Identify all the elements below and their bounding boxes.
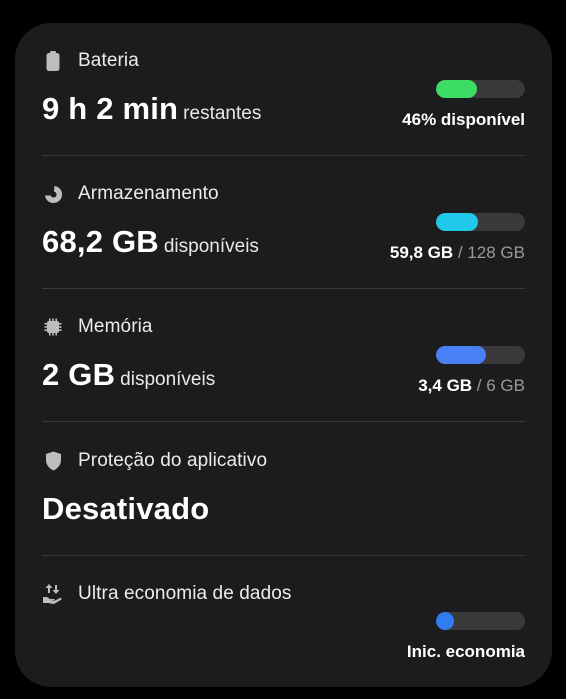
storage-usage-text: 59,8 GB / 128 GB (390, 243, 525, 263)
battery-header: Bateria (42, 49, 139, 73)
device-care-card: Bateria 9 h 2 min restantes 46% disponív… (15, 23, 552, 687)
battery-section[interactable]: Bateria 9 h 2 min restantes 46% disponív… (42, 49, 525, 157)
memory-header: Memória (42, 315, 153, 339)
memory-total-value: / 6 GB (472, 376, 525, 395)
memory-title: Memória (78, 316, 153, 337)
shield-icon (42, 450, 64, 472)
storage-total-value: / 128 GB (453, 243, 525, 262)
memory-used-value: 3,4 GB (418, 376, 473, 395)
divider (42, 155, 525, 156)
storage-usage-fill (436, 213, 478, 231)
data-saver-section[interactable]: Ultra economia de dados Inic. economia (42, 582, 525, 672)
storage-header: Armazenamento (42, 182, 219, 206)
divider (42, 421, 525, 422)
storage-available-value: 68,2 GB (42, 224, 159, 259)
storage-value-line: 68,2 GB disponíveis (42, 224, 259, 260)
storage-pie-icon (42, 183, 64, 205)
storage-used-value: 59,8 GB (389, 243, 454, 262)
memory-section[interactable]: Memória 2 GB disponíveis 3,4 GB / 6 GB (42, 315, 525, 423)
memory-usage-bar (436, 346, 525, 364)
battery-level-bar (436, 80, 525, 98)
app-protection-section[interactable]: Proteção do aplicativo Desativado (42, 449, 525, 557)
data-saver-level-fill (436, 612, 454, 630)
storage-available-suffix: disponíveis (163, 236, 259, 257)
data-saver-icon (42, 583, 64, 605)
data-saver-header: Ultra economia de dados (42, 582, 292, 606)
app-protection-title: Proteção do aplicativo (78, 450, 268, 471)
memory-available-suffix: disponíveis (120, 369, 216, 390)
data-saver-toggle-bar[interactable] (436, 612, 525, 630)
battery-remaining-value: 9 h 2 min (42, 91, 179, 126)
memory-value-line: 2 GB disponíveis (42, 357, 215, 393)
memory-usage-text: 3,4 GB / 6 GB (418, 376, 525, 396)
storage-title: Armazenamento (78, 183, 219, 204)
data-saver-title: Ultra economia de dados (78, 583, 292, 604)
battery-status-text: 46% disponível (402, 110, 525, 129)
divider (42, 288, 525, 289)
storage-usage-bar (436, 213, 525, 231)
memory-chip-icon (42, 316, 64, 338)
app-protection-status: Desativado (42, 491, 210, 526)
app-protection-value-line: Desativado (42, 491, 209, 527)
battery-level-fill (436, 80, 477, 98)
divider (42, 555, 525, 556)
app-protection-header: Proteção do aplicativo (42, 449, 267, 473)
battery-title: Bateria (78, 50, 139, 71)
battery-remaining-suffix: restantes (183, 103, 262, 124)
data-saver-action-text[interactable]: Inic. economia (407, 642, 525, 662)
battery-icon (42, 50, 64, 72)
memory-available-value: 2 GB (42, 357, 116, 392)
memory-usage-fill (436, 346, 487, 364)
storage-section[interactable]: Armazenamento 68,2 GB disponíveis 59,8 G… (42, 182, 525, 290)
battery-value-line: 9 h 2 min restantes (42, 91, 261, 127)
